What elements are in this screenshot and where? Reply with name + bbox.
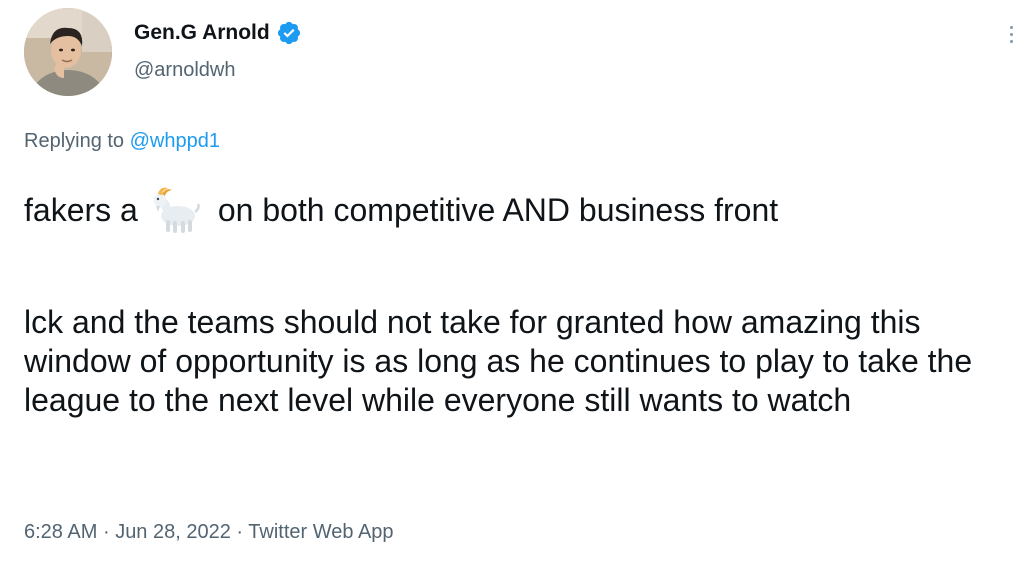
- tweet-paragraph-2: lck and the teams should not take for gr…: [24, 304, 973, 418]
- tweet-meta: 6:28 AM · Jun 28, 2022 · Twitter Web App: [24, 519, 394, 545]
- meta-separator: ·: [236, 521, 244, 543]
- display-name: Gen.G Arnold: [134, 21, 270, 44]
- more-options-icon[interactable]: [1004, 20, 1018, 50]
- tweet-date-link[interactable]: Jun 28, 2022: [115, 521, 231, 543]
- profile-photo: [24, 8, 112, 96]
- replying-to-label: Replying to: [24, 130, 125, 152]
- reply-mention-link[interactable]: @whppd1: [130, 130, 220, 152]
- goat-emoji-icon: [153, 187, 200, 233]
- author-handle[interactable]: @arnoldwh: [134, 58, 235, 82]
- display-name-link[interactable]: Gen.G Arnold: [134, 20, 302, 46]
- replying-to: Replying to @whppd1: [24, 128, 220, 154]
- tweet-card: Gen.G Arnold @arnoldwh Replying to @whpp…: [0, 0, 1024, 572]
- tweet-time-link[interactable]: 6:28 AM: [24, 521, 97, 543]
- tweet-text-segment: on both competitive AND business front: [217, 191, 779, 228]
- avatar[interactable]: [24, 8, 112, 96]
- verified-badge-icon: [277, 21, 300, 45]
- tweet-text: fakers a on both competitive AND busines…: [24, 186, 1014, 420]
- tweet-source-link[interactable]: Twitter Web App: [248, 521, 393, 543]
- tweet-text-segment: fakers a: [24, 191, 138, 228]
- tweet-paragraph-1: fakers a on both competitive AND busines…: [24, 186, 1014, 234]
- meta-separator: ·: [102, 521, 110, 543]
